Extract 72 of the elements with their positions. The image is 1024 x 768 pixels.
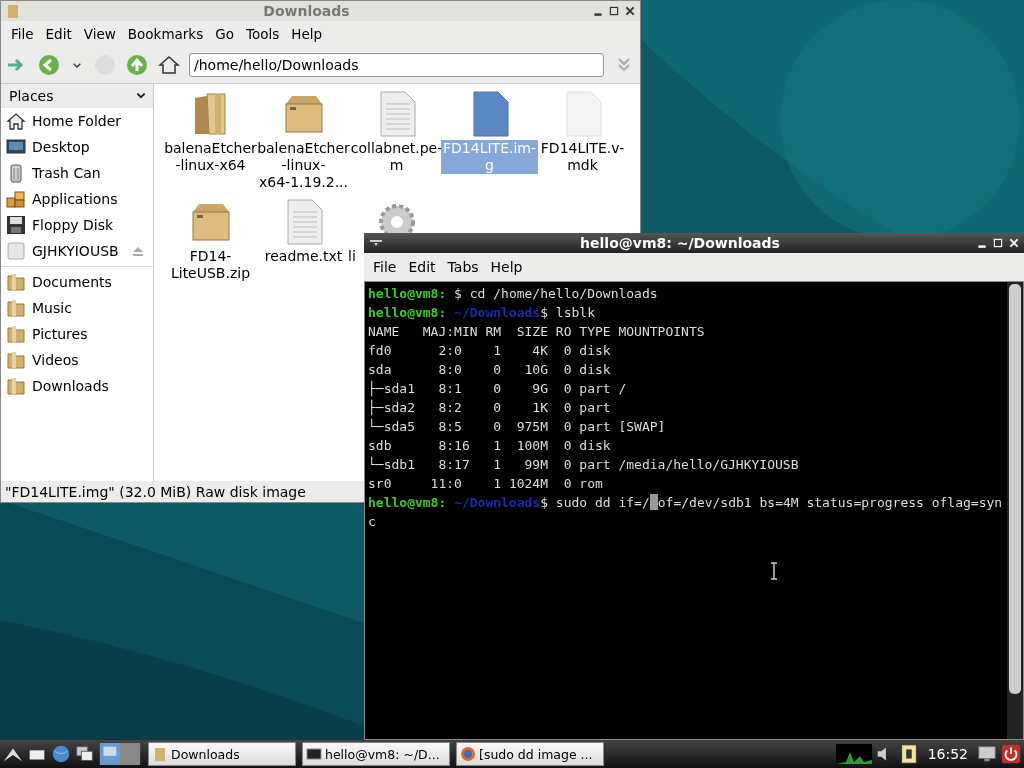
sidebar-item[interactable]: Downloads: [1, 373, 153, 399]
text-cursor: [649, 494, 658, 510]
menu-item[interactable]: Edit: [402, 257, 442, 277]
menu-item[interactable]: Tabs: [441, 257, 485, 277]
menu-item[interactable]: Help: [484, 257, 529, 277]
terminal-line: ├─sda1 8:1 0 9G 0 part /: [368, 381, 627, 396]
terminal-line: $ cd /home/hello/Downloads: [453, 286, 658, 301]
terminal-line: sda 8:0 0 10G 0 disk: [368, 362, 611, 377]
home-icon[interactable]: [157, 53, 181, 77]
maximize-icon[interactable]: [608, 5, 620, 17]
text-cursor-icon: [770, 562, 778, 580]
scrollbar[interactable]: [1007, 282, 1023, 739]
terminal-line: └─sda5 8:5 0 975M 0 part [SWAP]: [368, 419, 666, 434]
terminal-line: ├─sda2 8:2 0 1K 0 part: [368, 400, 611, 415]
window-title: Downloads: [262, 3, 351, 19]
globe-icon[interactable]: [50, 743, 72, 765]
places-dropdown[interactable]: Places: [1, 84, 153, 108]
terminal-line: fd0 2:0 1 4K 0 disk: [368, 343, 611, 358]
up-icon[interactable]: [125, 53, 149, 77]
location-field[interactable]: /home/hello/Downloads: [189, 53, 604, 77]
browser-icon: [460, 746, 476, 762]
back-icon[interactable]: [37, 53, 61, 77]
cpu-graph: [835, 743, 872, 765]
menu-item[interactable]: Bookmarks: [121, 24, 210, 44]
home-icon: [6, 111, 26, 131]
file-name[interactable]: readme.txt: [262, 248, 345, 265]
power-icon[interactable]: [1000, 743, 1022, 765]
taskbar-button[interactable]: Downloads: [148, 742, 296, 766]
terminal-line: NAME MAJ:MIN RM SIZE RO TYPE MOUNTPOINTS: [368, 324, 705, 339]
menu-item[interactable]: Tools: [239, 24, 286, 44]
menu-item[interactable]: Go: [209, 24, 240, 44]
file-name[interactable]: FD14- LiteUSB.zip: [168, 248, 253, 282]
taskbar-button[interactable]: [sudo dd image ...: [456, 742, 604, 766]
menu-item[interactable]: Help: [285, 24, 328, 44]
sidebar-item[interactable]: Documents: [1, 269, 153, 295]
prompt-user: hello@vm8:: [368, 305, 447, 320]
sidebar-item[interactable]: Floppy Disk: [1, 212, 153, 238]
terminal-line: c: [368, 514, 376, 529]
sidebar-item[interactable]: Home Folder: [1, 108, 153, 134]
menu-item[interactable]: File: [367, 257, 403, 277]
terminal-line: sdb 8:16 1 100M 0 disk: [368, 438, 611, 453]
sidebar-item[interactable]: Desktop: [1, 134, 153, 160]
terminal-line: $ sudo dd if=/: [540, 495, 650, 510]
menu-item[interactable]: View: [77, 24, 122, 44]
sidebar-item[interactable]: GJHKYIOUSB: [1, 238, 153, 264]
prompt-user: hello@vm8:: [368, 495, 447, 510]
prompt-path: ~/Downloads: [454, 305, 541, 320]
monitor-icon: [6, 137, 26, 157]
sidebar-item[interactable]: Pictures: [1, 321, 153, 347]
boxes-icon: [6, 189, 26, 209]
sidebar-item[interactable]: Trash Can: [1, 160, 153, 186]
file-name[interactable]: li: [346, 248, 358, 265]
sidebar-item[interactable]: Applications: [1, 186, 153, 212]
sidebar-item[interactable]: Music: [1, 295, 153, 321]
sidebar-item[interactable]: Videos: [1, 347, 153, 373]
terminal-line: └─sdb1 8:17 1 99M 0 part /media/hello/GJHKYIOUSB: [368, 457, 799, 472]
file-name[interactable]: FD14LITE.v- mdk: [538, 140, 627, 174]
terminal-line: sr0 11:0 1 1024M 0 rom: [368, 476, 603, 491]
drive-icon: [6, 241, 26, 261]
prompt-user: hello@vm8:: [368, 286, 447, 301]
status-text: "FD14LITE.img" (32.0 MiB) Raw disk image: [5, 483, 306, 500]
floppy-icon: [6, 215, 26, 235]
taskbar-button[interactable]: hello@vm8: ~/D...: [302, 742, 450, 766]
menu-item[interactable]: File: [5, 24, 40, 44]
clock[interactable]: 16:52: [921, 746, 974, 762]
terminal-line: $ lsblk: [540, 305, 595, 320]
close-icon[interactable]: [624, 5, 636, 17]
prompt-path: ~/Downloads: [454, 495, 541, 510]
desktop-pager-icon[interactable]: [98, 743, 142, 765]
terminal-line: of=/dev/sdb1 bs=4M status=progress oflag=syn: [657, 495, 1003, 510]
menu-item[interactable]: Edit: [39, 24, 78, 44]
window-title: hello@vm8: ~/Downloads: [579, 235, 781, 251]
